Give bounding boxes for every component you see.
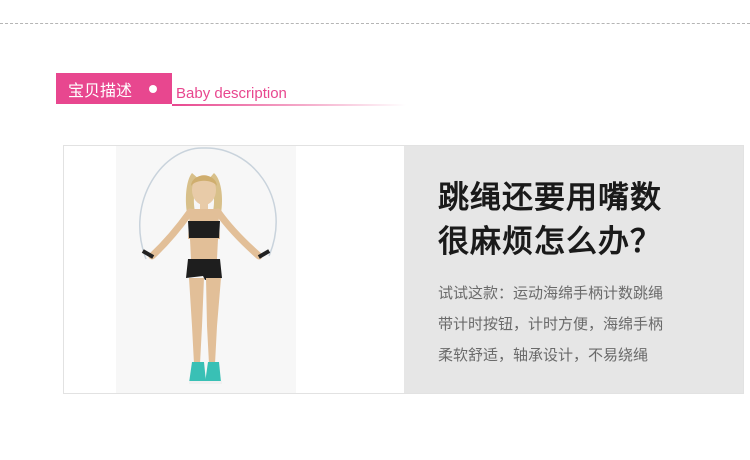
product-text-panel: 跳绳还要用嘴数 很麻烦怎么办？ 试试这款：运动海绵手柄计数跳绳 带计时按钮，计时… (404, 146, 743, 393)
product-card: 跳绳还要用嘴数 很麻烦怎么办？ 试试这款：运动海绵手柄计数跳绳 带计时按钮，计时… (63, 145, 744, 394)
section-english-label: Baby description (176, 85, 287, 102)
section-tag-label: 宝贝描述 (68, 80, 133, 100)
description-line: 试试这款：运动海绵手柄计数跳绳 (438, 284, 664, 302)
woman-jumping-rope-icon (116, 146, 296, 393)
header-underline (172, 104, 406, 106)
description-line: 柔软舒适，轴承设计，不易绕绳 (438, 346, 649, 364)
dot-icon (149, 85, 157, 93)
headline-line: 很麻烦怎么办？ (438, 224, 662, 260)
top-dashed-divider (0, 23, 750, 24)
product-photo (64, 146, 404, 393)
headline-line: 跳绳还要用嘴数 (438, 180, 662, 216)
description-line: 带计时按钮，计时方便，海绵手柄 (438, 315, 664, 333)
product-description: 试试这款：运动海绵手柄计数跳绳 带计时按钮，计时方便，海绵手柄 柔软舒适，轴承设… (438, 278, 738, 371)
section-header: 宝贝描述 Baby description (56, 73, 406, 107)
product-headline: 跳绳还要用嘴数 很麻烦怎么办？ (438, 176, 738, 264)
